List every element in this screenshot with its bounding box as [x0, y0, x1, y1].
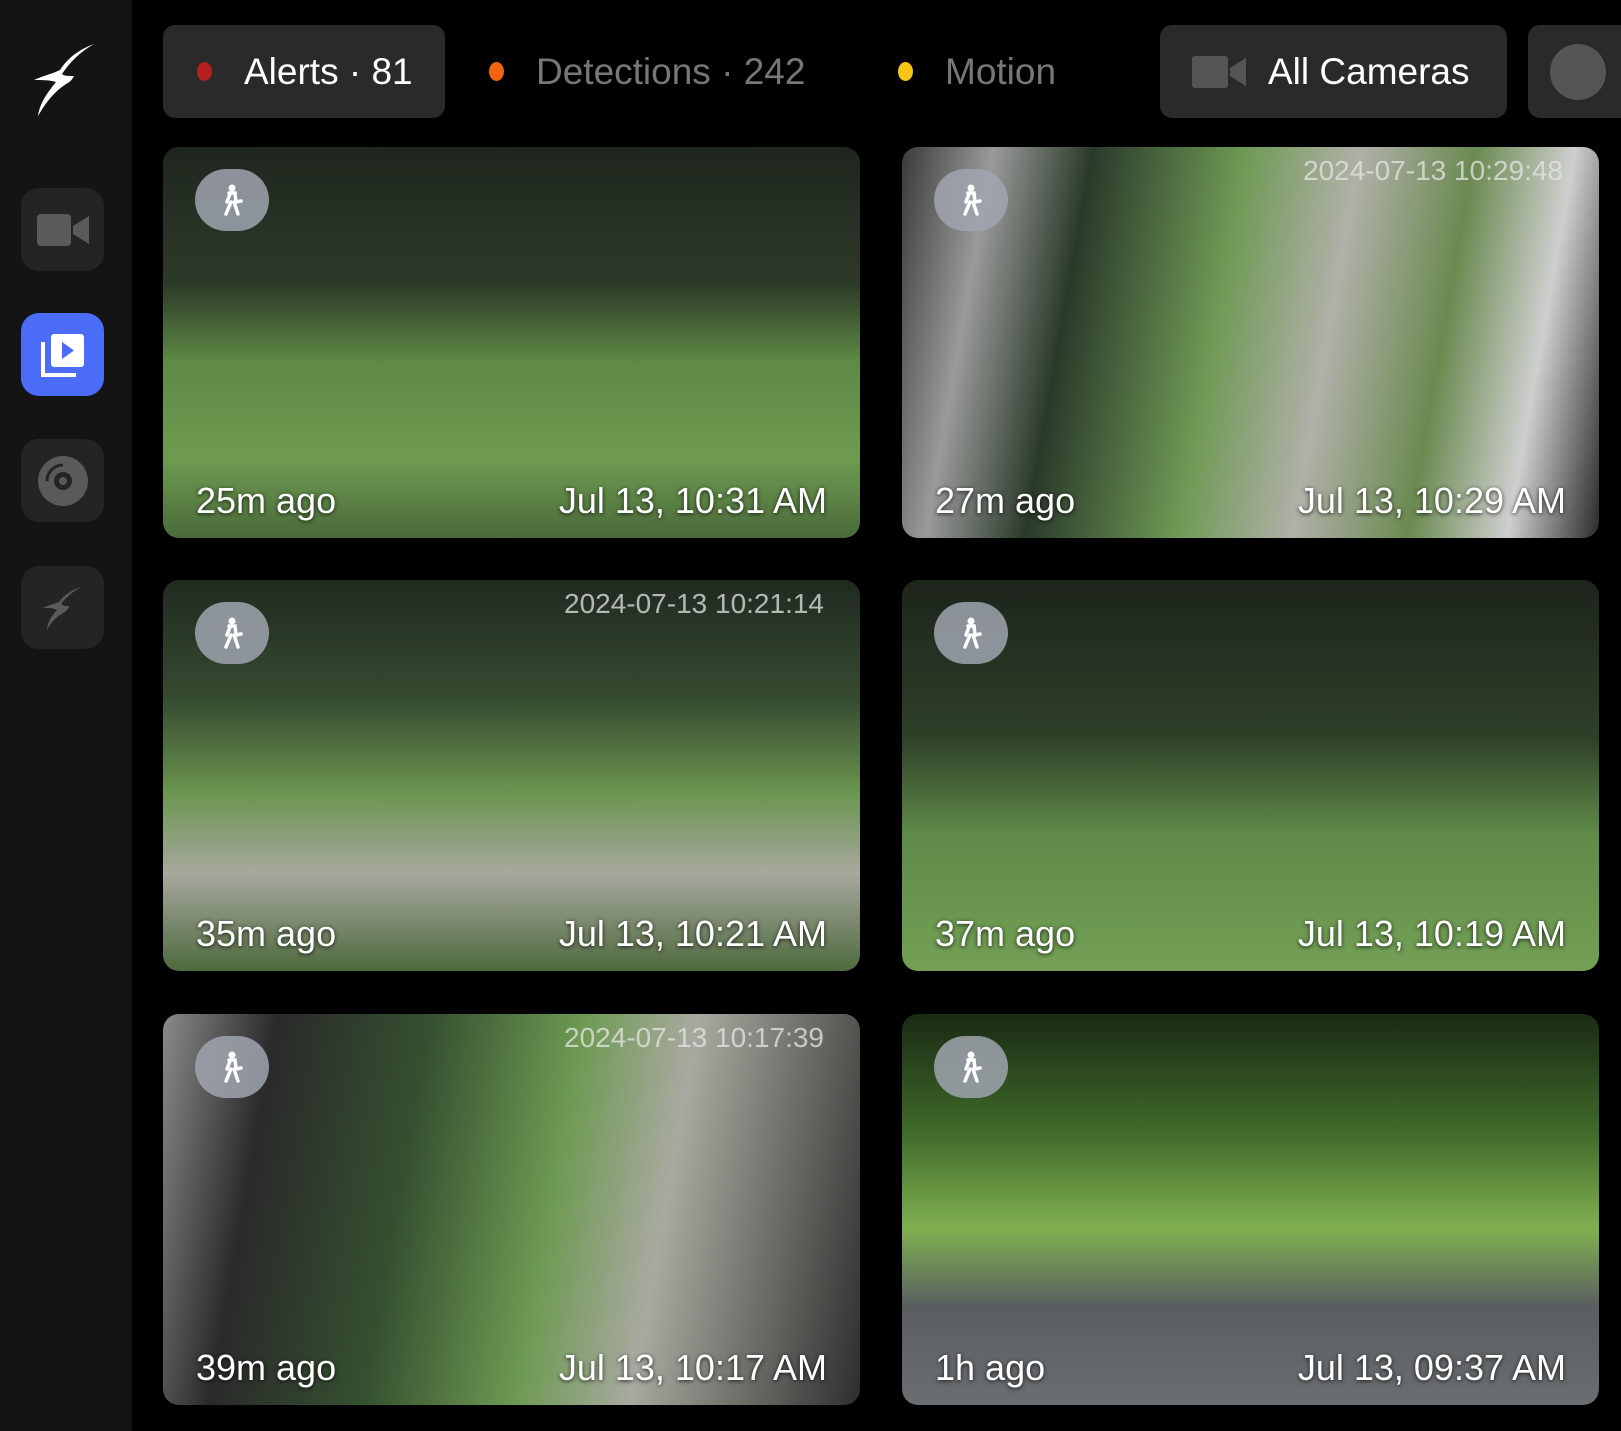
review-card[interactable]: 37m ago Jul 13, 10:19 AM — [902, 580, 1599, 971]
bird-icon — [42, 585, 83, 630]
alerts-label: Alerts · 81 — [244, 50, 413, 92]
person-walking-icon — [224, 184, 243, 216]
time-ago: 37m ago — [935, 913, 1076, 954]
review-card[interactable]: 2024-07-13 10:17:39 39m ago Jul 13, 10:1… — [163, 1014, 860, 1405]
person-walking-icon — [224, 617, 243, 649]
video-camera-icon — [1192, 55, 1246, 88]
person-walking-icon — [963, 184, 982, 216]
person-walking-icon — [963, 617, 982, 649]
alerts-dot — [197, 62, 212, 81]
time-ago: 25m ago — [196, 480, 337, 521]
time-ago: 39m ago — [196, 1347, 337, 1388]
camera-select-label: All Cameras — [1268, 50, 1470, 92]
person-walking-icon — [963, 1051, 982, 1083]
camera-select-button[interactable]: All Cameras — [1160, 25, 1507, 118]
detections-dot — [489, 62, 504, 81]
event-time: Jul 13, 10:19 AM — [1297, 913, 1566, 954]
person-badge — [195, 169, 269, 231]
toggle-knob — [1550, 43, 1606, 100]
motion-label: Motion — [945, 50, 1057, 92]
video-camera-icon — [36, 213, 89, 246]
event-time: Jul 13, 10:29 AM — [1297, 480, 1566, 521]
event-time: Jul 13, 09:37 AM — [1297, 1347, 1566, 1388]
person-badge — [934, 1036, 1008, 1098]
play-stack-icon — [40, 333, 84, 377]
filter-motion[interactable]: Motion — [898, 25, 1056, 118]
person-badge — [195, 602, 269, 664]
camera-timestamp-overlay: 2024-07-13 10:21:14 — [564, 588, 824, 619]
time-ago: 1h ago — [935, 1347, 1046, 1388]
filter-detections[interactable]: Detections · 242 — [489, 25, 805, 118]
event-time: Jul 13, 10:17 AM — [558, 1347, 827, 1388]
detections-label: Detections · 242 — [536, 50, 806, 92]
person-badge — [934, 169, 1008, 231]
person-badge — [934, 602, 1008, 664]
review-card[interactable]: 25m ago Jul 13, 10:31 AM — [163, 147, 860, 538]
nav-frigate[interactable] — [21, 566, 104, 649]
review-card[interactable]: 1h ago Jul 13, 09:37 AM — [902, 1014, 1599, 1405]
person-walking-icon — [224, 1051, 243, 1083]
nav-export[interactable] — [21, 439, 104, 522]
event-time: Jul 13, 10:31 AM — [558, 480, 827, 521]
disc-icon — [37, 455, 88, 506]
motion-dot — [898, 62, 913, 81]
frigate-logo[interactable] — [28, 40, 100, 118]
review-card[interactable]: 2024-07-13 10:29:48 27m ago Jul 13, 10:2… — [902, 147, 1599, 538]
time-ago: 35m ago — [196, 913, 337, 954]
nav-live[interactable] — [21, 188, 104, 271]
toggle-button[interactable] — [1528, 25, 1621, 118]
camera-timestamp-overlay: 2024-07-13 10:29:48 — [1303, 155, 1563, 186]
person-badge — [195, 1036, 269, 1098]
nav-review[interactable] — [21, 313, 104, 396]
event-time: Jul 13, 10:21 AM — [558, 913, 827, 954]
time-ago: 27m ago — [935, 480, 1076, 521]
review-card[interactable]: 2024-07-13 10:21:14 35m ago Jul 13, 10:2… — [163, 580, 860, 971]
filter-alerts[interactable]: Alerts · 81 — [163, 25, 445, 118]
sidebar — [0, 0, 132, 1431]
camera-timestamp-overlay: 2024-07-13 10:17:39 — [564, 1022, 824, 1053]
